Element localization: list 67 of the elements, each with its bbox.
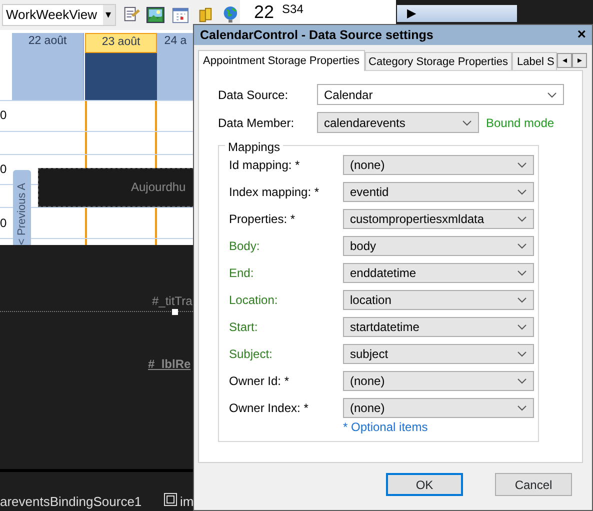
cancel-button[interactable]: Cancel [495, 473, 572, 496]
dropdown-field[interactable]: startdatetime [343, 317, 534, 337]
scroll-left-button[interactable]: ◂ [557, 53, 572, 68]
scroll-right-button[interactable]: ▸ [572, 53, 588, 68]
chevron-icon [517, 243, 527, 249]
next-button[interactable]: ▶ [397, 5, 517, 22]
tab[interactable]: Category Storage Properties [364, 52, 512, 70]
side-tab[interactable]: < Previous A [13, 170, 31, 245]
chevron-icon [547, 92, 557, 98]
chevron-icon [517, 216, 527, 222]
view-select[interactable]: WorkWeekView ▾ [2, 4, 116, 26]
field-label: Location: [229, 292, 279, 309]
field-label: Id mapping: * [229, 157, 301, 174]
chevron-icon [517, 405, 527, 411]
tab[interactable]: Appointment Storage Properties [198, 50, 365, 71]
field-label: Subject: [229, 346, 274, 363]
dropdown-field[interactable]: (none) [343, 398, 534, 418]
dropdown-field[interactable]: calendarevents [317, 112, 479, 133]
tray-item[interactable]: areventsBindingSource1 [0, 492, 142, 511]
tab[interactable]: Label S [512, 52, 558, 70]
chevron-icon [517, 162, 527, 168]
picture-icon[interactable] [146, 5, 166, 25]
dropdown-field[interactable]: Calendar [317, 84, 564, 105]
time-label: 0 [0, 215, 7, 232]
field-label: Owner Id: * [229, 373, 290, 390]
chevron-icon [517, 270, 527, 276]
day-header[interactable]: 22 août [12, 33, 84, 100]
day-header[interactable]: 23 août [85, 33, 157, 53]
status-text: Bound mode [486, 114, 554, 132]
window-title: CalendarControl - Data Source settings [200, 26, 434, 44]
dropdown-field[interactable]: enddatetime [343, 263, 534, 283]
chevron-icon [517, 324, 527, 330]
time-label: 0 [0, 161, 7, 178]
selected-day-block [85, 53, 157, 100]
dropdown-field[interactable]: subject [343, 344, 534, 364]
label-control: #_lblRe [148, 355, 191, 373]
day-header[interactable]: 24 a [157, 33, 195, 100]
chevron-icon [517, 297, 527, 303]
field-label: Index mapping: * [229, 184, 320, 201]
dropdown-field[interactable]: custompropertiesxmldata [343, 209, 534, 229]
calendar-icon[interactable] [171, 5, 190, 25]
dropdown-field[interactable]: (none) [343, 155, 534, 175]
field-label: Body: [229, 238, 261, 255]
field-label: Data Member: [218, 114, 296, 132]
time-label: 0 [0, 107, 7, 124]
field-label: Data Source: [218, 86, 290, 104]
image-list-icon [164, 493, 177, 506]
field-label: Properties: * [229, 211, 296, 228]
dropdown-field[interactable]: location [343, 290, 534, 310]
chevron-icon [517, 378, 527, 384]
dropdown-field[interactable]: (none) [343, 371, 534, 391]
tray-item[interactable]: im [180, 492, 194, 511]
ok-button[interactable]: OK [386, 473, 463, 496]
dropdown-field[interactable]: body [343, 236, 534, 256]
chevron-icon [517, 351, 527, 357]
note-text: * Optional items [343, 419, 429, 436]
field-label: Start: [229, 319, 259, 336]
title-control: #_titTra [152, 294, 192, 308]
field-label: Owner Index: * [229, 400, 310, 417]
dropdown-field[interactable]: eventid [343, 182, 534, 202]
chevron-icon [517, 189, 527, 195]
today-bar: Aujourdhu [38, 168, 195, 207]
week-field[interactable]: 22 S34 [240, 0, 396, 24]
resize-handle [172, 309, 178, 315]
field-label: End: [229, 265, 255, 282]
close-button[interactable]: × [577, 24, 586, 46]
chevron-icon [462, 120, 472, 126]
